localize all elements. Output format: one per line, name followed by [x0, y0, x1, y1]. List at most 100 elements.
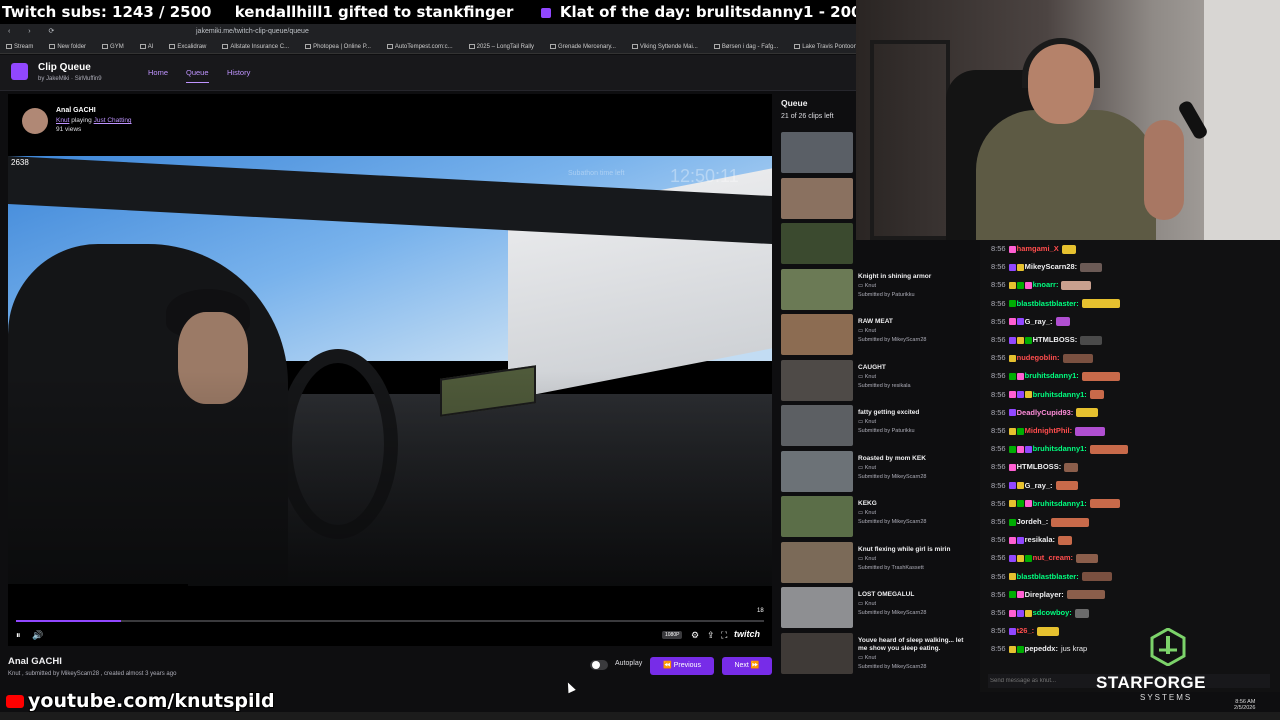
chat-badge-icon — [1024, 500, 1032, 508]
bookmark-item[interactable]: GYM — [102, 43, 132, 50]
bookmark-item[interactable]: Lake Travis Pontoon... — [794, 43, 856, 50]
queue-thumbnail[interactable] — [781, 587, 853, 628]
tray-clock[interactable]: 8:56 AM 2/5/2026 — [1234, 699, 1255, 711]
chat-username[interactable]: DeadlyCupid93: — [1017, 408, 1074, 417]
queue-thumbnail[interactable] — [781, 359, 853, 401]
chat-username[interactable]: G_ray_: — [1025, 317, 1053, 326]
counter-top: 2638 — [11, 158, 29, 167]
category-link[interactable]: Just Chatting — [94, 117, 132, 124]
queue-thumbnail[interactable] — [781, 450, 853, 492]
bookmark-item[interactable]: New folder — [49, 43, 94, 50]
chat-username[interactable]: sdcowboy: — [1033, 608, 1072, 617]
nav-queue[interactable]: Queue — [186, 68, 209, 83]
chat-username[interactable]: Direplayer: — [1025, 590, 1064, 599]
queue-thumbnail[interactable] — [781, 632, 853, 674]
twitch-logo[interactable]: twitch — [734, 629, 760, 639]
chat-username[interactable]: nudegoblin: — [1017, 353, 1060, 362]
share-icon[interactable]: ⇪ — [707, 630, 715, 641]
chat-username[interactable]: blastblastblaster: — [1017, 299, 1079, 308]
avatar[interactable] — [22, 108, 48, 134]
mouse-cursor-icon — [564, 680, 576, 694]
chat-badge-icon — [1024, 445, 1032, 453]
chat-username[interactable]: bruhitsdanny1: — [1025, 371, 1079, 380]
bookmark-item[interactable]: Viking Syttende Mai... — [631, 43, 706, 50]
queue-thumbnail[interactable] — [781, 223, 853, 264]
nav-history[interactable]: History — [227, 68, 250, 77]
bookmark-item[interactable]: AI — [139, 43, 162, 50]
queue-item-title[interactable]: CAUGHT — [858, 364, 974, 372]
chat-username[interactable]: resikala: — [1025, 535, 1055, 544]
chat-username[interactable]: HTMLBOSS: — [1033, 335, 1078, 344]
chat-username[interactable]: hamgami_X — [1017, 244, 1059, 253]
channel-link[interactable]: Knut — [56, 117, 69, 124]
bookmark-item[interactable]: Allstate Insurance C... — [222, 43, 297, 50]
chat-timestamp: 8:56 — [991, 335, 1006, 344]
chat-message: 8:56 blastblastblaster: — [991, 299, 1120, 309]
taskbar — [0, 712, 1280, 720]
bookmark-item[interactable]: Photopea | Online P... — [305, 43, 379, 50]
previous-button[interactable]: ⏪ Previous — [650, 657, 714, 675]
chat-message: 8:56 bruhitsdanny1: — [991, 390, 1104, 400]
queue-thumbnail[interactable] — [781, 268, 853, 310]
chat-username[interactable]: MidnightPhil: — [1025, 426, 1073, 435]
chat-username[interactable]: blastblastblaster: — [1017, 572, 1079, 581]
chat-badge-icon — [1024, 554, 1032, 562]
queue-item-title[interactable]: Knight in shining armor — [858, 273, 974, 281]
chat-username[interactable]: knoarr: — [1033, 280, 1059, 289]
video-player[interactable]: Anal GACHI Knut playing Just Chatting 91… — [8, 94, 772, 646]
queue-item-title[interactable]: RAW MEAT — [858, 318, 974, 326]
url-text[interactable]: jakemiki.me/twitch-clip-queue/queue — [196, 24, 309, 40]
clip-queue-logo-icon[interactable] — [11, 63, 28, 80]
queue-item-title[interactable]: KEKG — [858, 500, 974, 508]
queue-thumbnail[interactable] — [781, 132, 853, 173]
queue-item-title[interactable]: LOST OMEGALUL — [858, 591, 974, 599]
chat-username[interactable]: bruhitsdanny1: — [1033, 444, 1087, 453]
queue-item-title[interactable]: Roasted by mom KEK — [858, 455, 974, 463]
tray-date: 2/5/2026 — [1234, 705, 1256, 711]
chat-username[interactable]: bruhitsdanny1: — [1033, 499, 1087, 508]
bookmark-item[interactable]: 2025 – LongTail Rally — [468, 43, 542, 50]
quality-badge[interactable]: 1080P — [662, 631, 683, 639]
chat-username[interactable]: t26_: — [1017, 626, 1035, 635]
chat-badge-icon — [1008, 609, 1016, 617]
chat-username[interactable]: bruhitsdanny1: — [1033, 390, 1087, 399]
ticker-subs: Twitch subs: 1243 / 2500 — [2, 3, 212, 21]
author-link[interactable]: SirMuffin9 — [75, 76, 102, 82]
queue-thumbnail[interactable] — [781, 314, 853, 355]
queue-thumbnail[interactable] — [781, 405, 853, 446]
queue-item-title[interactable]: fatty getting excited — [858, 409, 974, 417]
queue-thumbnail[interactable] — [781, 496, 853, 537]
bookmark-item[interactable]: AutoTempest.com:c... — [386, 43, 461, 50]
volume-icon[interactable]: 🔊 — [32, 630, 43, 641]
chat-username[interactable]: nut_cream: — [1033, 553, 1073, 562]
bookmark-item[interactable]: Stream — [6, 43, 41, 50]
autoplay-toggle-knob[interactable] — [592, 661, 600, 669]
chat-username[interactable]: HTMLBOSS: — [1017, 462, 1062, 471]
chat-username[interactable]: pepeddx: — [1025, 644, 1058, 653]
nav-home[interactable]: Home — [148, 68, 168, 77]
chat-emote-icon — [1058, 535, 1073, 545]
chat-username[interactable]: MikeyScarn28: — [1025, 262, 1078, 271]
pause-icon[interactable]: ⏸ — [16, 630, 21, 641]
queue-thumbnail[interactable] — [781, 177, 853, 219]
author-link[interactable]: JakeMiki — [46, 76, 69, 82]
chat-timestamp: 8:56 — [991, 444, 1006, 454]
bookmark-item[interactable]: Børsen i dag - Fafg... — [713, 43, 786, 50]
bookmark-item[interactable]: Grenade Mercenary... — [550, 43, 624, 50]
starforge-sub: SYSTEMS — [1140, 693, 1193, 702]
chat-badge-icon — [1008, 500, 1016, 508]
address-bar[interactable]: ‹ › ⟳ jakemiki.me/twitch-clip-queue/queu… — [0, 24, 856, 40]
gear-icon[interactable]: ⚙ — [691, 630, 699, 641]
progress-bar[interactable] — [16, 620, 764, 622]
fullscreen-icon[interactable]: ⛶ — [721, 630, 727, 641]
bookmark-item[interactable]: Excalidraw — [169, 43, 214, 50]
chat-username[interactable]: Jordeh_: — [1017, 517, 1049, 526]
browser-nav-icons[interactable]: ‹ › ⟳ — [8, 24, 62, 40]
clip-title: Anal GACHI — [8, 656, 62, 667]
chat-username[interactable]: G_ray_: — [1025, 481, 1053, 490]
chat-badge-icon — [1008, 518, 1016, 526]
queue-item-title[interactable]: Youve heard of sleep walking... let me s… — [858, 637, 974, 653]
queue-thumbnail[interactable] — [781, 541, 853, 583]
next-button[interactable]: Next ⏩ — [722, 657, 772, 675]
queue-item-title[interactable]: Knut flexing while girl is mirin — [858, 546, 974, 554]
